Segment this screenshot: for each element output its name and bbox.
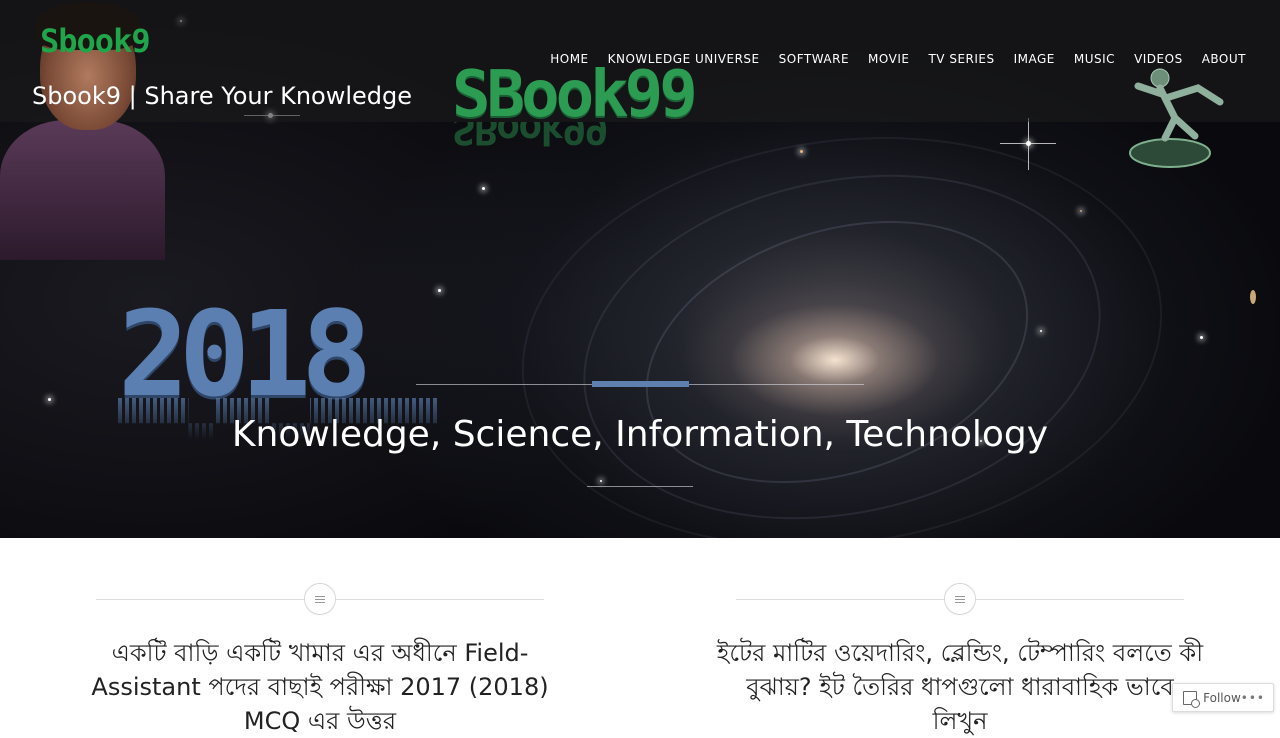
star — [1040, 330, 1042, 332]
more-options-icon[interactable]: ••• — [1241, 691, 1265, 705]
brand-logo: SBook99 — [452, 58, 698, 132]
divider-accent — [592, 381, 689, 387]
star — [1080, 210, 1082, 212]
star — [1250, 290, 1256, 304]
nav-item-tv-series[interactable]: TV SERIES — [928, 52, 994, 66]
nav-item-videos[interactable]: VIDEOS — [1134, 52, 1183, 66]
follow-button[interactable]: Follow ••• — [1172, 683, 1274, 712]
brand-logo-reflection: SBook99 — [452, 122, 607, 152]
star-flare — [1028, 118, 1029, 170]
site-tagline[interactable]: Sbook9 | Share Your Knowledge — [32, 82, 412, 110]
star — [800, 150, 803, 153]
star — [1200, 336, 1203, 339]
post-title[interactable]: ইটের মাটির ওয়েদারিং, ব্লেন্ডিং, টেম্পার… — [716, 636, 1204, 738]
post-format-icon[interactable] — [944, 583, 976, 615]
nav-item-image[interactable]: IMAGE — [1014, 52, 1055, 66]
star — [600, 480, 602, 482]
post-title[interactable]: একটি বাড়ি একটি খামার এর অধীনে Field-Ass… — [76, 636, 564, 738]
galaxy-arm — [495, 97, 1189, 538]
follow-label: Follow — [1203, 690, 1241, 705]
nav-item-music[interactable]: MUSIC — [1074, 52, 1115, 66]
nav-item-knowledge-universe[interactable]: KNOWLEDGE UNIVERSE — [608, 52, 760, 66]
nav-item-movie[interactable]: MOVIE — [868, 52, 909, 66]
star — [482, 187, 485, 190]
star — [48, 398, 51, 401]
star — [438, 289, 441, 292]
hero-banner: Sbook9 Sbook9 | Share Your Knowledge SBo… — [0, 0, 1280, 538]
site-logo[interactable]: Sbook9 — [40, 22, 151, 60]
nav-item-software[interactable]: SOFTWARE — [779, 52, 849, 66]
follow-icon — [1183, 690, 1201, 708]
divider-line — [587, 486, 693, 487]
main-nav: HOME KNOWLEDGE UNIVERSE SOFTWARE MOVIE T… — [550, 52, 1246, 66]
nav-item-home[interactable]: HOME — [550, 52, 588, 66]
post-format-icon[interactable] — [304, 583, 336, 615]
hero-heading: Knowledge, Science, Information, Technol… — [231, 414, 1049, 455]
nav-item-about[interactable]: ABOUT — [1202, 52, 1246, 66]
surfer-figure-icon — [1129, 68, 1224, 168]
